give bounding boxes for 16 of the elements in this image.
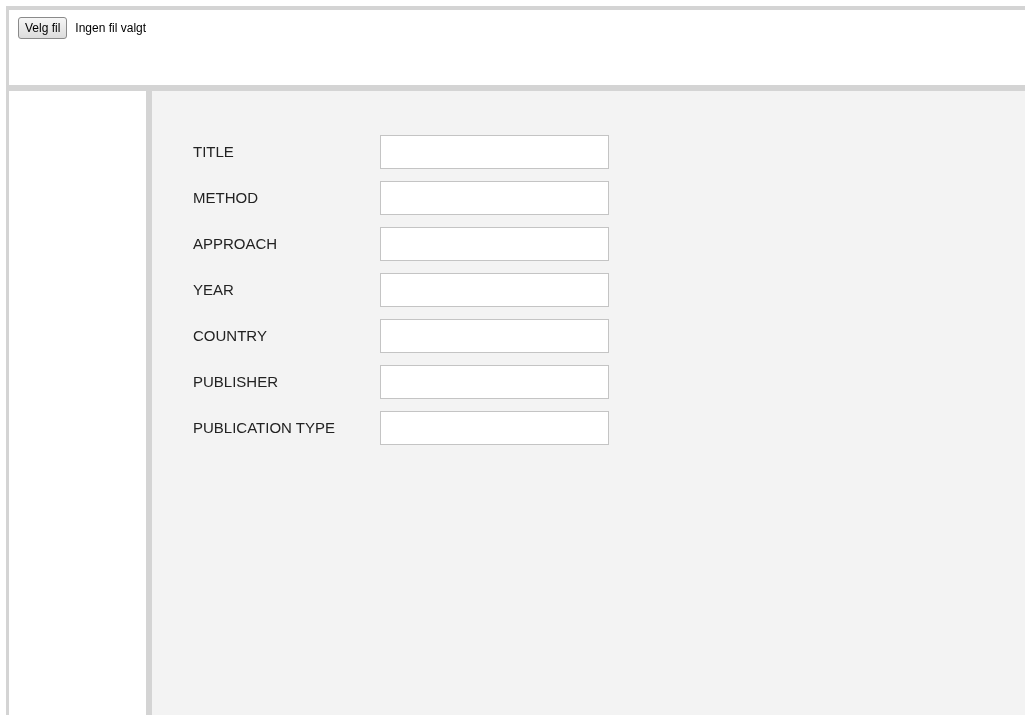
field-label: COUNTRY <box>193 325 268 346</box>
input-field[interactable] <box>380 365 609 399</box>
field-label: APPROACH <box>193 233 279 254</box>
input-field[interactable] <box>380 319 609 353</box>
input-field[interactable] <box>380 181 609 215</box>
input-field[interactable] <box>380 227 609 261</box>
field-label: PUBLISHER <box>193 371 280 392</box>
input-field[interactable] <box>380 135 609 169</box>
field-label: TITLE <box>193 141 235 162</box>
input-field[interactable] <box>380 273 609 307</box>
choose-file-button[interactable]: Velg fil <box>18 17 68 39</box>
input-field[interactable] <box>380 411 609 445</box>
file-status-text: Ingen fil valgt <box>75 20 147 37</box>
field-label: PUBLICATION TYPE <box>193 417 336 438</box>
field-label: YEAR <box>193 279 235 300</box>
field-label: METHOD <box>193 187 259 208</box>
